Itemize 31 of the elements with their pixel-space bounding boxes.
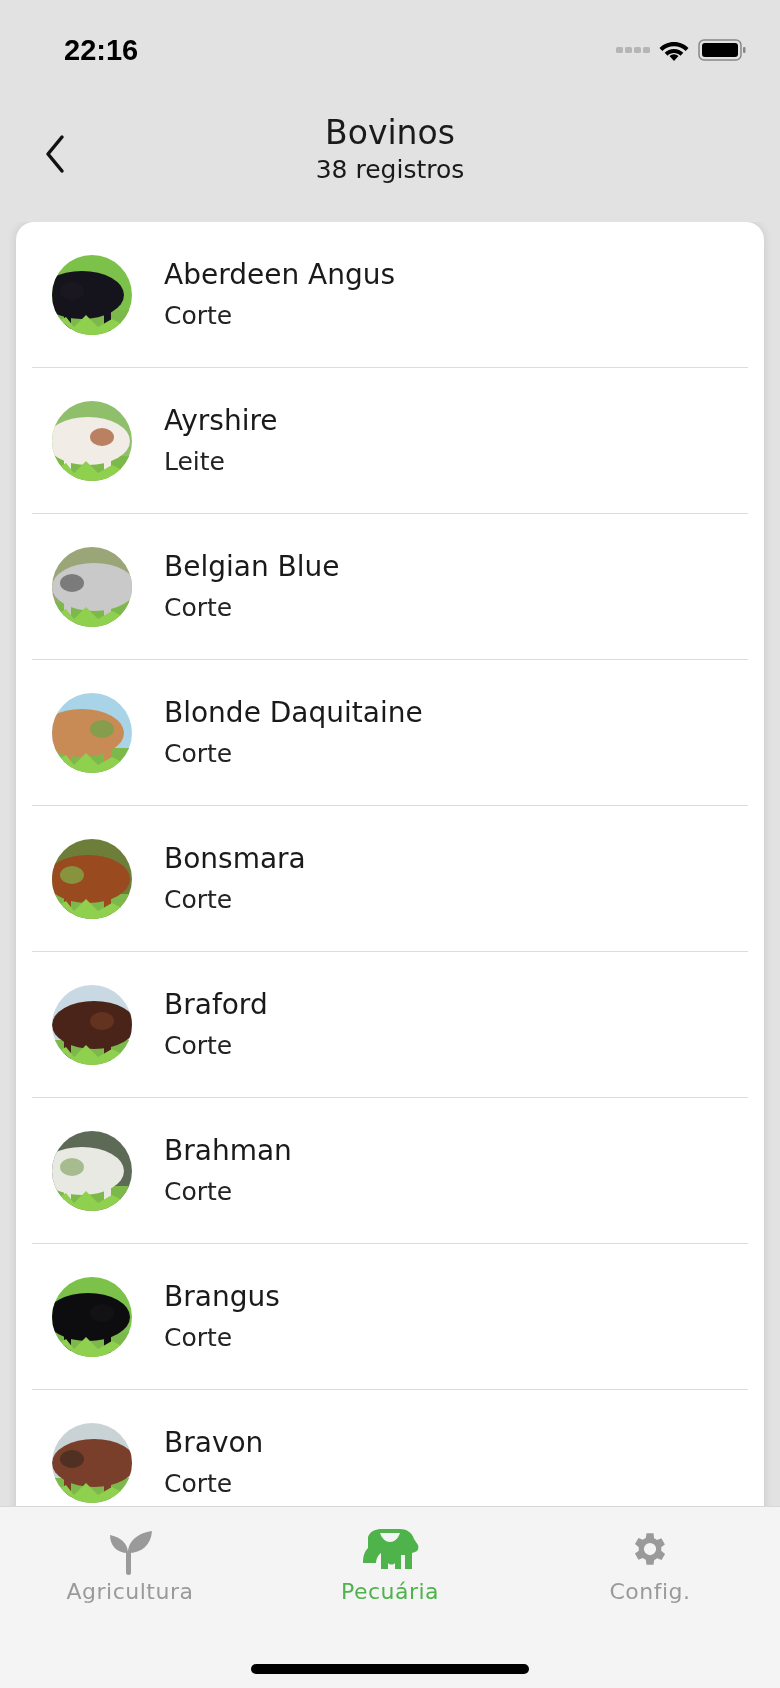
breed-name: Blonde Daquitaine: [164, 695, 423, 730]
breed-purpose: Corte: [164, 1175, 234, 1208]
breed-row[interactable]: Belgian Blue Corte: [32, 514, 748, 660]
breed-purpose: Corte: [164, 883, 234, 916]
breed-row[interactable]: Bonsmara Corte: [32, 806, 748, 952]
breed-row[interactable]: Brahman Corte: [32, 1098, 748, 1244]
breed-purpose: Corte: [164, 299, 234, 332]
signal-icon: [616, 46, 650, 54]
breed-purpose: Corte: [164, 1321, 234, 1354]
breed-name: Aberdeen Angus: [164, 257, 396, 292]
breed-name: Bonsmara: [164, 841, 306, 876]
breed-purpose: Corte: [164, 591, 234, 624]
breed-row[interactable]: Braford Corte: [32, 952, 748, 1098]
breed-purpose: Corte: [164, 1029, 234, 1062]
breed-name: Ayrshire: [164, 403, 278, 438]
breed-name: Belgian Blue: [164, 549, 340, 584]
page-title: Bovinos: [325, 112, 455, 154]
breed-purpose: Corte: [164, 1467, 234, 1500]
record-count: 38 registros: [315, 154, 465, 186]
breed-row[interactable]: Blonde Daquitaine Corte: [32, 660, 748, 806]
breed-name: Braford: [164, 987, 268, 1022]
breed-row[interactable]: Aberdeen Angus Corte: [32, 222, 748, 368]
breed-name: Bravon: [164, 1425, 264, 1460]
status-time: 22:16: [64, 33, 139, 67]
breed-row[interactable]: Brangus Corte: [32, 1244, 748, 1390]
breed-purpose: Leite: [164, 445, 226, 478]
breed-name: Brangus: [164, 1279, 280, 1314]
battery-icon: [698, 38, 746, 62]
breed-row[interactable]: Ayrshire Leite: [32, 368, 748, 514]
breed-name: Brahman: [164, 1133, 292, 1168]
breed-purpose: Corte: [164, 737, 234, 770]
